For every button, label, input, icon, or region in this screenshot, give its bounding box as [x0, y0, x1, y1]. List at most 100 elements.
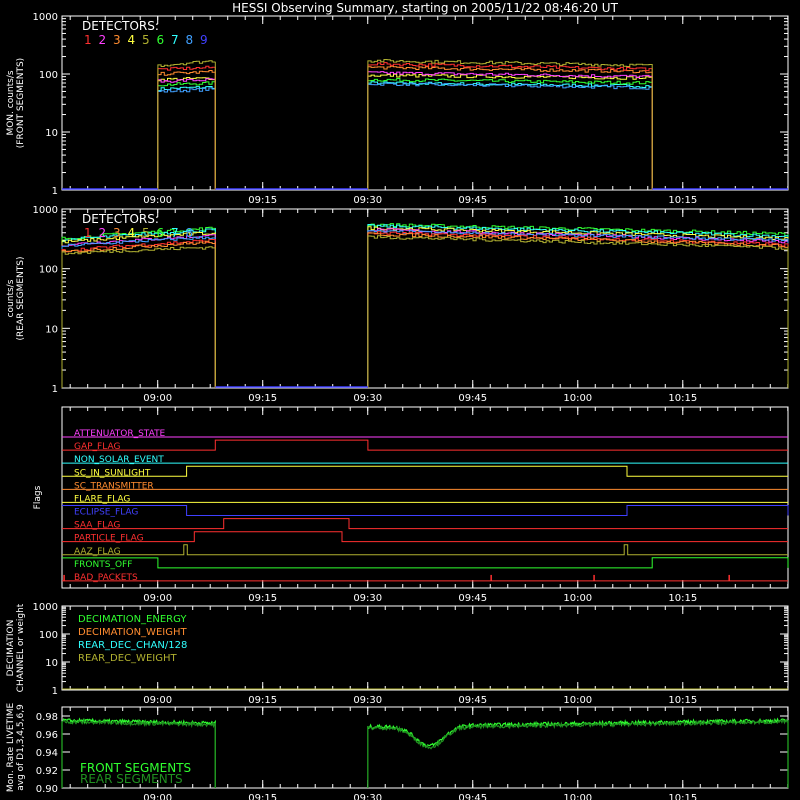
- legend-number: 1: [84, 33, 92, 47]
- x-tick-label: 10:00: [563, 195, 592, 206]
- flag-label: FRONTS_OFF: [74, 560, 132, 570]
- panel-front: 09:00 09:15 09:30 09:45 10:00 10:15 1 10 100 1000…: [6, 12, 789, 206]
- x-tick-label: 09:30: [353, 195, 382, 206]
- panel-decimation: 09:00 09:15 09:30 09:45 10:00 10:15 1 10 100 1000…: [6, 602, 789, 706]
- flag-line: [62, 505, 789, 516]
- legend-number: 5: [142, 33, 150, 47]
- x-tick-label: 10:00: [563, 695, 592, 706]
- legend-number: 5: [142, 226, 150, 240]
- x-tick-label: 09:15: [248, 593, 277, 604]
- flag-line: [62, 465, 788, 477]
- legend-number: 9: [200, 33, 208, 47]
- legend-title: DETECTORS:: [82, 19, 159, 33]
- series-line: [61, 228, 789, 388]
- x-tick-label: 10:00: [563, 393, 592, 404]
- x-tick-label: 09:00: [143, 393, 172, 404]
- x-tick-label: 09:45: [458, 393, 487, 404]
- y-tick-label: 100: [39, 265, 58, 276]
- x-tick-label: 09:00: [143, 195, 172, 206]
- x-tick-label: 09:15: [248, 195, 277, 206]
- legend-entry: REAR_DEC_WEIGHT: [78, 653, 177, 664]
- y-axis-label: DECIMATION: [6, 620, 16, 677]
- panel-flags: 09:00 09:15 09:30 09:45 10:00 10:15FlagsATTEN…: [33, 406, 789, 604]
- x-tick-label: 09:00: [143, 793, 172, 800]
- x-tick-label: 09:30: [353, 593, 382, 604]
- x-tick-label: 09:30: [353, 393, 382, 404]
- y-axis-label: CHANNEL or weight: [16, 603, 26, 692]
- x-tick-label: 09:45: [458, 695, 487, 706]
- y-axis-label: Flags: [33, 485, 43, 509]
- y-tick-label: 100: [39, 70, 58, 81]
- y-tick-label: 10: [45, 658, 58, 669]
- x-tick-label: 09:15: [248, 393, 277, 404]
- y-tick-label: 1: [52, 186, 58, 197]
- y-tick-label: 0.98: [36, 712, 58, 723]
- y-axis-label: (REAR SEGMENTS): [16, 256, 26, 340]
- series-line: [157, 78, 653, 190]
- flag-line: [62, 518, 788, 530]
- legend-entry: REAR SEGMENTS: [80, 772, 183, 786]
- y-tick-label: 1: [52, 384, 58, 395]
- series-line: [61, 229, 789, 388]
- legend-entry: DECIMATION_WEIGHT: [78, 627, 187, 638]
- y-tick-label: 1000: [33, 205, 58, 216]
- y-axis-label: MON. counts/s: [6, 70, 16, 135]
- series-line: [157, 73, 653, 190]
- y-axis-label: avg of D1,3,4,5,6,9: [16, 704, 26, 791]
- y-axis-label: Mon. Rate LIVETIME: [6, 703, 16, 793]
- y-tick-label: 0.94: [36, 748, 58, 759]
- legend-entry: REAR_DEC_CHAN/128: [78, 640, 187, 651]
- x-tick-label: 10:15: [668, 695, 697, 706]
- legend-number: 8: [186, 33, 194, 47]
- flag-line: [62, 531, 788, 543]
- x-tick-label: 10:00: [563, 793, 592, 800]
- x-tick-label: 09:45: [458, 593, 487, 604]
- panel-rear: 09:00 09:15 09:30 09:45 10:00 10:15 1 10 100 1000…: [6, 205, 789, 404]
- legend-number: 8: [186, 226, 194, 240]
- x-tick-label: 09:00: [143, 593, 172, 604]
- panels: 09:00 09:15 09:30 09:45 10:00 10:151101001000…: [6, 12, 789, 800]
- y-tick-label: 10: [45, 324, 58, 335]
- y-tick-label: 10: [45, 128, 58, 139]
- x-tick-label: 10:00: [563, 593, 592, 604]
- figure-title: HESSI Observing Summary, starting on 200…: [232, 1, 618, 15]
- x-tick-label: 09:15: [248, 695, 277, 706]
- legend-number: 1: [84, 226, 92, 240]
- flag-line: [62, 439, 788, 451]
- series-line: [61, 231, 789, 388]
- x-tick-label: 09:45: [458, 195, 487, 206]
- series-line: [157, 71, 653, 190]
- legend-number: 7: [171, 226, 179, 240]
- plot-frame: [61, 406, 789, 589]
- y-axis-label: counts/s: [6, 279, 16, 317]
- legend-title: DETECTORS:: [82, 212, 159, 226]
- series-line: [61, 232, 789, 388]
- series-line: [61, 226, 789, 388]
- legend-entry: DECIMATION_ENERGY: [78, 614, 187, 625]
- legend-number: 6: [157, 33, 165, 47]
- y-tick-label: 0.92: [36, 766, 58, 777]
- legend-number: 4: [128, 226, 136, 240]
- series-line: [157, 82, 653, 190]
- x-tick-label: 10:15: [668, 195, 697, 206]
- legend-number: 7: [171, 33, 179, 47]
- flag-line: [62, 544, 788, 556]
- series-line: [157, 81, 653, 190]
- x-tick-label: 10:15: [668, 593, 697, 604]
- y-tick-label: 1: [52, 686, 58, 697]
- y-axis-label: (FRONT SEGMENTS): [16, 58, 26, 148]
- panel-livetime: 09:00 09:15 09:30 09:45 10:00 10:15 0.90 0.92 0.…: [6, 703, 789, 800]
- observing-summary-figure: HESSI Observing Summary, starting on 200…: [6, 1, 789, 800]
- legend-number: 2: [99, 226, 107, 240]
- y-tick-label: 100: [39, 630, 58, 641]
- series-line: [157, 59, 653, 190]
- flag-label: ECLIPSE_FLAG: [74, 508, 138, 518]
- series-line: [157, 65, 653, 190]
- y-tick-label: 1000: [33, 602, 58, 613]
- series-line: [61, 235, 789, 388]
- legend-number: 6: [157, 226, 165, 240]
- y-tick-label: 0.90: [36, 784, 58, 795]
- legend-number: 4: [128, 33, 136, 47]
- flag-line: [62, 557, 789, 569]
- x-tick-label: 10:15: [668, 393, 697, 404]
